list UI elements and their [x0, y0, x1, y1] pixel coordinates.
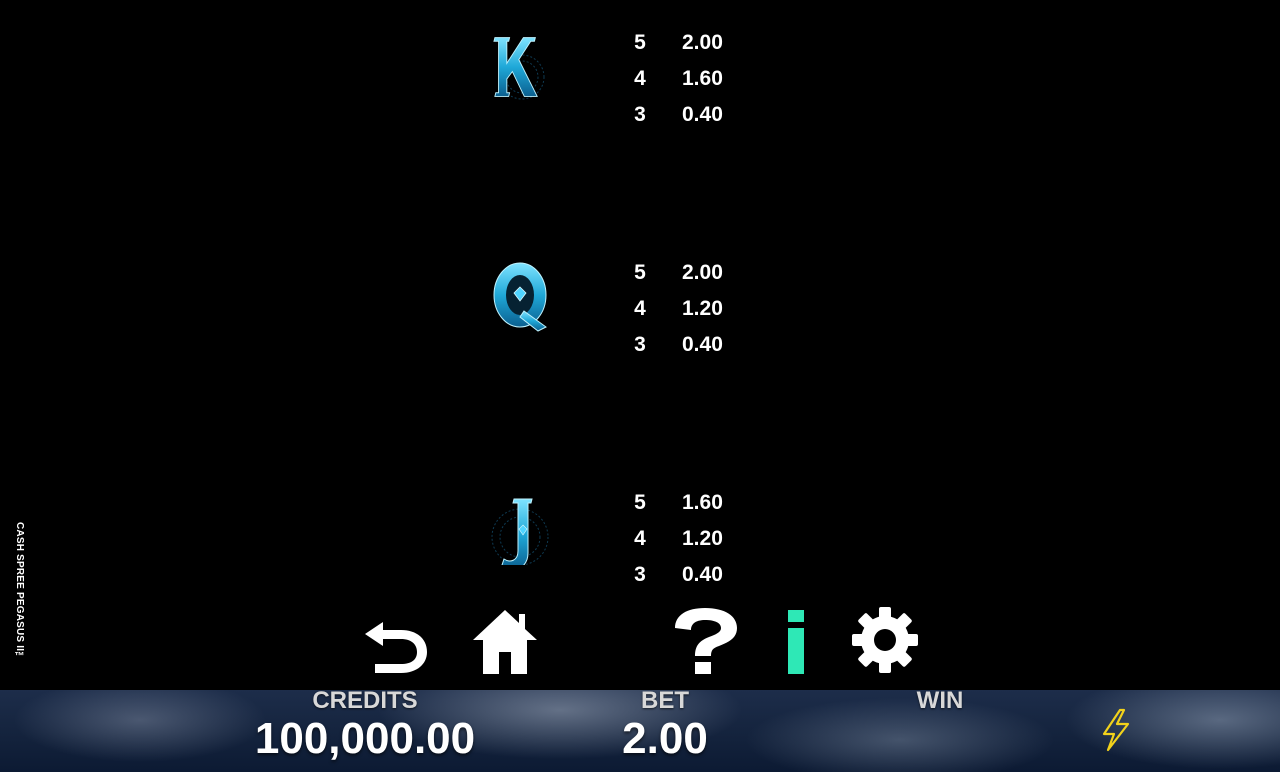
paytable-row-k: 5 2.00 4 1.60 3 0.40 — [0, 25, 1280, 135]
info-button[interactable] — [760, 604, 832, 676]
payout-value: 1.20 — [682, 527, 723, 550]
bet-label: BET — [641, 687, 689, 714]
payout-value: 0.40 — [682, 563, 723, 586]
info-bar: CREDITS 100,000.00 BET 2.00 WIN — [0, 687, 1280, 772]
lightning-bolt-icon — [1102, 708, 1130, 752]
payout-count: 4 — [634, 527, 646, 550]
question-mark-icon — [675, 608, 737, 674]
home-button[interactable] — [469, 604, 541, 676]
payout-count: 4 — [634, 67, 646, 90]
payout-line: 4 1.20 — [628, 521, 748, 557]
k-payouts: 5 2.00 4 1.60 3 0.40 — [628, 25, 748, 133]
payout-value: 1.60 — [682, 491, 723, 514]
k-symbol-icon — [480, 25, 560, 105]
payout-value: 1.20 — [682, 297, 723, 320]
payout-value: 0.40 — [682, 103, 723, 126]
j-symbol-icon — [480, 485, 560, 571]
toolbar — [0, 600, 1280, 680]
payout-value: 2.00 — [682, 261, 723, 284]
help-button[interactable] — [669, 604, 741, 676]
credits-display: CREDITS 100,000.00 — [225, 687, 505, 764]
payout-line: 5 1.60 — [628, 485, 748, 521]
paytable-screen: 5 2.00 4 1.60 3 0.40 5 2.00 4 1.20 3 0.4… — [0, 0, 1280, 772]
bet-value: 2.00 — [622, 714, 708, 763]
payout-value: 0.40 — [682, 333, 723, 356]
payout-count: 4 — [634, 297, 646, 320]
bet-display: BET 2.00 — [565, 687, 765, 764]
q-symbol-icon — [480, 255, 560, 335]
gear-icon — [852, 607, 918, 673]
home-icon — [473, 610, 537, 674]
credits-label: CREDITS — [312, 687, 418, 714]
credits-value: 100,000.00 — [254, 714, 476, 763]
back-button[interactable] — [359, 604, 431, 676]
payout-line: 3 0.40 — [628, 327, 748, 363]
payout-count: 3 — [634, 103, 646, 126]
payout-line: 4 1.60 — [628, 61, 748, 97]
payout-line: 5 2.00 — [628, 255, 748, 291]
turbo-button[interactable] — [1094, 708, 1138, 752]
info-icon — [788, 610, 804, 674]
payout-value: 1.60 — [682, 67, 723, 90]
settings-button[interactable] — [849, 604, 921, 676]
paytable-row-q: 5 2.00 4 1.20 3 0.40 — [0, 255, 1280, 365]
payout-line: 4 1.20 — [628, 291, 748, 327]
payout-count: 3 — [634, 333, 646, 356]
j-payouts: 5 1.60 4 1.20 3 0.40 — [628, 485, 748, 593]
win-display: WIN — [840, 687, 1040, 714]
payout-value: 2.00 — [682, 31, 723, 54]
paytable-row-j: 5 1.60 4 1.20 3 0.40 — [0, 485, 1280, 595]
payout-line: 3 0.40 — [628, 557, 748, 593]
win-label: WIN — [916, 687, 964, 714]
payout-count: 5 — [634, 491, 646, 514]
payout-count: 5 — [634, 261, 646, 284]
payout-line: 3 0.40 — [628, 97, 748, 133]
payout-count: 5 — [634, 31, 646, 54]
payout-line: 5 2.00 — [628, 25, 748, 61]
back-arrow-icon — [365, 622, 427, 673]
payout-count: 3 — [634, 563, 646, 586]
q-payouts: 5 2.00 4 1.20 3 0.40 — [628, 255, 748, 363]
